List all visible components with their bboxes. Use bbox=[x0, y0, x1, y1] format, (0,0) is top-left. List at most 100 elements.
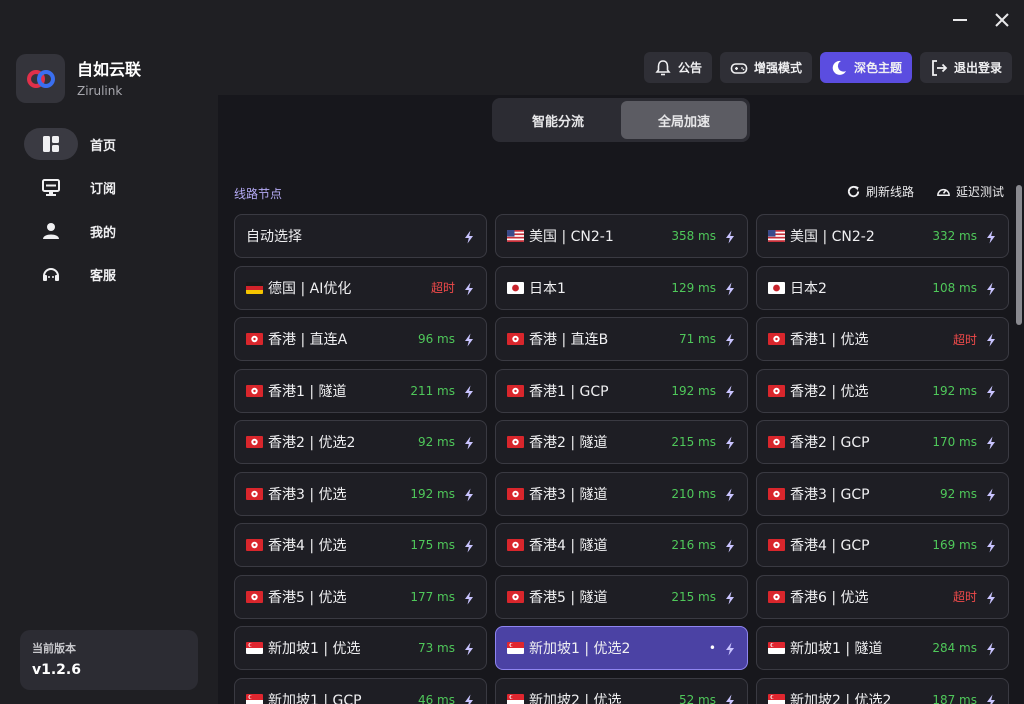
sidebar-nav: 首页 订阅 我的 客服 bbox=[24, 128, 194, 302]
node-card[interactable]: 德国 | AI优化 超时 bbox=[234, 265, 487, 310]
node-latency: 210 ms bbox=[671, 486, 716, 501]
node-card[interactable]: 自动选择 bbox=[234, 214, 487, 258]
hk-flag-icon bbox=[246, 539, 263, 551]
node-latency: 192 ms bbox=[671, 383, 716, 398]
node-name: 香港1 | 隧道 bbox=[268, 383, 347, 400]
bolt-icon[interactable] bbox=[985, 641, 997, 656]
scrollbar-thumb[interactable] bbox=[1016, 185, 1022, 325]
hk-flag-icon bbox=[768, 333, 785, 345]
bolt-icon[interactable] bbox=[985, 332, 997, 347]
bolt-icon[interactable] bbox=[985, 590, 997, 604]
bolt-icon[interactable] bbox=[463, 538, 475, 553]
node-name: 香港1 | 优选 bbox=[790, 332, 869, 348]
node-card[interactable]: 香港2 | GCP 170 ms bbox=[756, 420, 1009, 464]
bolt-icon[interactable] bbox=[724, 229, 736, 244]
node-card[interactable]: 香港4 | 隧道 216 ms bbox=[495, 523, 748, 567]
close-icon[interactable] bbox=[990, 8, 1014, 32]
hk-flag-icon bbox=[507, 590, 524, 603]
node-card[interactable]: 香港3 | GCP 92 ms bbox=[756, 471, 1009, 516]
node-card[interactable]: 香港1 | 隧道 211 ms bbox=[234, 368, 487, 413]
bolt-icon[interactable] bbox=[463, 641, 475, 656]
sg-flag-icon bbox=[768, 693, 785, 704]
bolt-icon[interactable] bbox=[985, 281, 997, 295]
node-card[interactable]: 新加坡1 | 优选 73 ms bbox=[234, 626, 487, 670]
sidebar-item-home[interactable]: 首页 bbox=[24, 128, 194, 160]
bolt-icon[interactable] bbox=[463, 332, 475, 347]
enhanced-mode-label: 增强模式 bbox=[753, 61, 802, 75]
bolt-icon[interactable] bbox=[724, 590, 736, 604]
node-card[interactable]: 美国 | CN2-1 358 ms bbox=[495, 214, 748, 258]
node-card[interactable]: 香港4 | 优选 175 ms bbox=[234, 523, 487, 567]
node-card[interactable]: 香港5 | 隧道 215 ms bbox=[495, 574, 748, 619]
bolt-icon[interactable] bbox=[985, 693, 997, 704]
node-card[interactable]: 美国 | CN2-2 332 ms bbox=[756, 214, 1009, 258]
node-card[interactable]: 香港1 | 优选 超时 bbox=[756, 317, 1009, 361]
bolt-icon[interactable] bbox=[724, 435, 736, 450]
bolt-icon[interactable] bbox=[724, 384, 736, 398]
node-card[interactable]: 香港4 | GCP 169 ms bbox=[756, 523, 1009, 567]
node-card[interactable]: 新加坡1 | 隧道 284 ms bbox=[756, 626, 1009, 670]
sidebar-item-subscription[interactable]: 订阅 bbox=[24, 172, 194, 204]
latency-test-button[interactable]: 延迟测试 bbox=[936, 183, 1004, 200]
logout-button[interactable]: 退出登录 bbox=[919, 52, 1012, 83]
bolt-icon[interactable] bbox=[724, 538, 736, 553]
node-card[interactable]: 香港2 | 优选 192 ms bbox=[756, 368, 1009, 413]
bolt-icon[interactable] bbox=[463, 487, 475, 501]
bolt-icon[interactable] bbox=[463, 435, 475, 450]
us-flag-icon bbox=[768, 230, 785, 242]
bolt-icon[interactable] bbox=[985, 435, 997, 450]
bolt-icon[interactable] bbox=[985, 538, 997, 553]
bolt-icon[interactable] bbox=[724, 332, 736, 347]
sg-flag-icon bbox=[507, 642, 524, 654]
node-card[interactable]: 日本1 129 ms bbox=[495, 265, 748, 310]
node-card[interactable]: 新加坡1 | 优选2 • bbox=[495, 626, 748, 670]
bolt-icon[interactable] bbox=[724, 641, 736, 656]
bolt-icon[interactable] bbox=[463, 229, 475, 244]
node-name: 新加坡1 | 优选2 bbox=[529, 641, 631, 657]
refresh-button[interactable]: 刷新线路 bbox=[846, 183, 914, 200]
hk-flag-icon bbox=[768, 590, 785, 603]
sidebar-item-support[interactable]: 客服 bbox=[24, 259, 194, 291]
node-card[interactable]: 香港 | 直连A 96 ms bbox=[234, 317, 487, 361]
node-card[interactable]: 香港3 | 优选 192 ms bbox=[234, 471, 487, 516]
hk-flag-icon bbox=[507, 384, 524, 397]
node-latency: 211 ms bbox=[410, 383, 455, 398]
notice-button[interactable]: 公告 bbox=[643, 52, 712, 83]
bolt-icon[interactable] bbox=[985, 487, 997, 501]
node-card[interactable]: 香港1 | GCP 192 ms bbox=[495, 368, 748, 413]
node-latency: 215 ms bbox=[671, 589, 716, 604]
bolt-icon[interactable] bbox=[463, 384, 475, 398]
node-card[interactable]: 新加坡2 | 优选2 187 ms bbox=[756, 677, 1009, 704]
bolt-icon[interactable] bbox=[724, 281, 736, 295]
node-card[interactable]: 香港3 | 隧道 210 ms bbox=[495, 471, 748, 516]
bolt-icon[interactable] bbox=[463, 693, 475, 704]
node-latency: 175 ms bbox=[410, 538, 455, 552]
mode-smart-split[interactable]: 智能分流 bbox=[495, 101, 621, 139]
bolt-icon[interactable] bbox=[985, 384, 997, 398]
node-card[interactable]: 香港2 | 隧道 215 ms bbox=[495, 420, 748, 464]
mode-switch: 智能分流 全局加速 bbox=[492, 98, 750, 142]
hk-flag-icon bbox=[246, 436, 263, 448]
bolt-icon[interactable] bbox=[463, 590, 475, 604]
theme-toggle-button[interactable]: 深色主题 bbox=[819, 52, 912, 83]
node-card[interactable]: 日本2 108 ms bbox=[756, 265, 1009, 310]
sg-flag-icon bbox=[246, 642, 263, 654]
node-card[interactable]: 香港6 | 优选 超时 bbox=[756, 574, 1009, 619]
bolt-icon[interactable] bbox=[724, 693, 736, 704]
monitor-icon bbox=[24, 172, 78, 204]
node-card[interactable]: 新加坡1 | GCP 46 ms bbox=[234, 677, 487, 704]
bolt-icon[interactable] bbox=[463, 281, 475, 295]
node-latency: 超时 bbox=[430, 281, 455, 295]
sidebar-item-profile[interactable]: 我的 bbox=[24, 215, 194, 247]
node-latency: 192 ms bbox=[932, 383, 977, 398]
node-name: 香港 | 直连A bbox=[268, 332, 348, 348]
enhanced-mode-button[interactable]: 增强模式 bbox=[719, 52, 812, 83]
node-card[interactable]: 香港2 | 优选2 92 ms bbox=[234, 420, 487, 464]
node-card[interactable]: 香港 | 直连B 71 ms bbox=[495, 317, 748, 361]
node-card[interactable]: 香港5 | 优选 177 ms bbox=[234, 574, 487, 619]
minimize-icon[interactable] bbox=[948, 8, 972, 32]
node-card[interactable]: 新加坡2 | 优选 52 ms bbox=[495, 677, 748, 704]
bolt-icon[interactable] bbox=[724, 487, 736, 501]
bolt-icon[interactable] bbox=[985, 229, 997, 244]
mode-global-accel[interactable]: 全局加速 bbox=[621, 101, 747, 139]
